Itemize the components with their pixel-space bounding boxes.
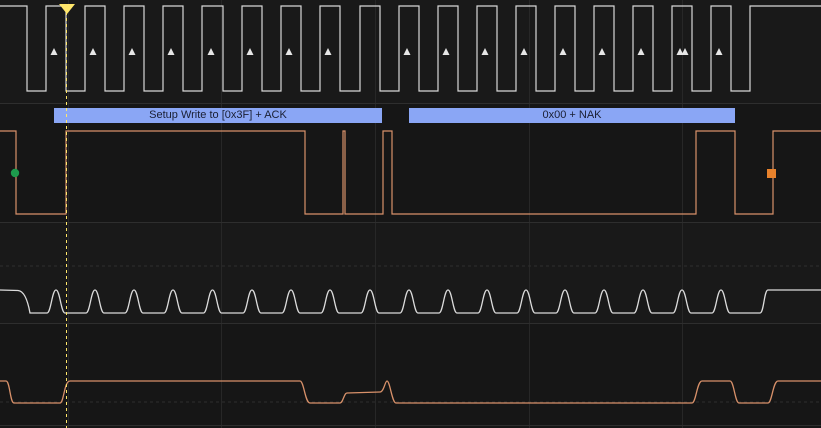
- decode-label-data: 0x00 + NAK: [542, 109, 602, 121]
- stop-marker-icon: [767, 169, 776, 178]
- logic-analyzer-view[interactable]: [0, 0, 821, 428]
- scl-digital-channel[interactable]: [0, 0, 821, 103]
- scl-analog-channel[interactable]: [0, 223, 821, 323]
- sda-analog-channel[interactable]: [0, 324, 821, 428]
- start-marker-icon: [10, 168, 20, 178]
- decode-label-setup: Setup Write to [0x3F] + ACK: [149, 109, 287, 121]
